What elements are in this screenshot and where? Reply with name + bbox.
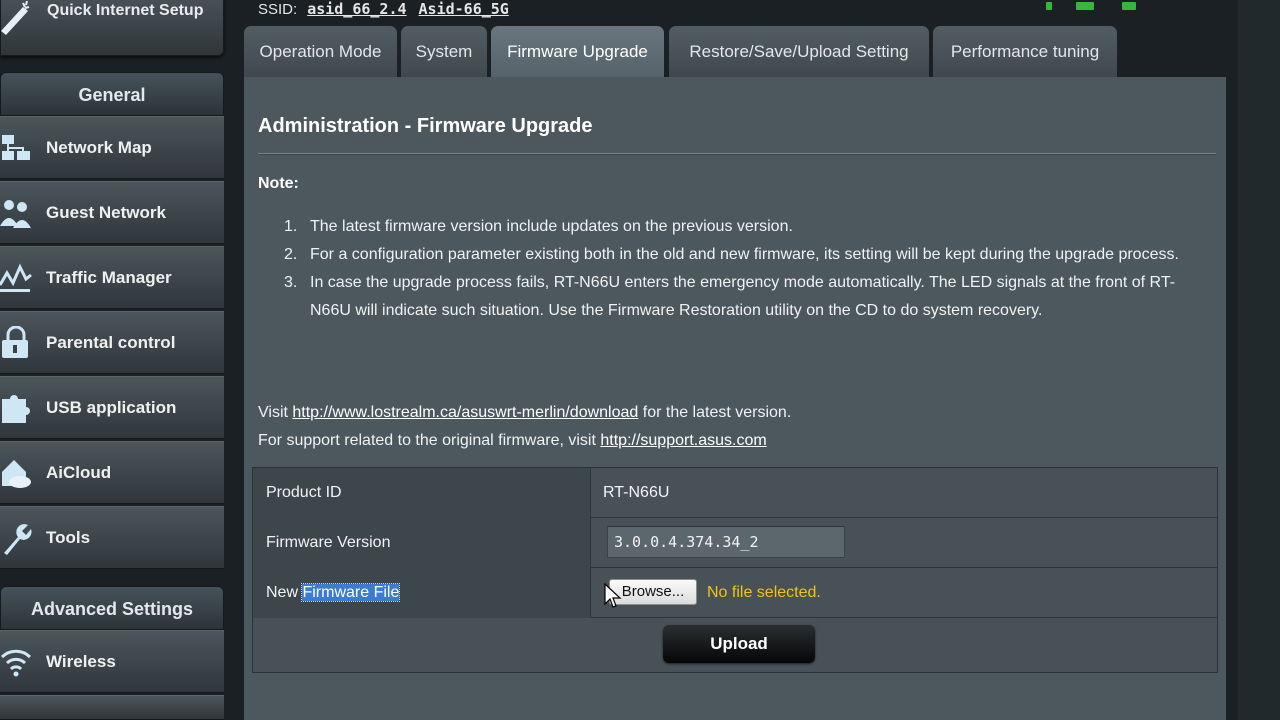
sidebar-item-guest-network[interactable]: Guest Network xyxy=(0,181,224,244)
asus-support-link[interactable]: http://support.asus.com xyxy=(600,432,766,449)
status-led-icon xyxy=(1076,2,1094,10)
upload-button[interactable]: Upload xyxy=(663,625,815,663)
visit-line: Visit http://www.lostrealm.ca/asuswrt-me… xyxy=(258,399,791,427)
ssid-row: SSID: asid_66_2.4 Asid-66_5G xyxy=(258,0,521,22)
sidebar-item-wireless[interactable]: Wireless xyxy=(0,630,224,693)
note-label: Note: xyxy=(258,175,299,192)
table-row: Product ID RT-N66U xyxy=(253,468,1217,518)
sidebar-item-network-map[interactable]: Network Map xyxy=(0,116,224,179)
table-row: Firmware Version 3.0.0.4.374.34_2 xyxy=(253,518,1217,568)
quick-internet-setup-button[interactable]: Quick Internet Setup xyxy=(0,0,224,56)
visit-prefix: Visit xyxy=(258,404,288,421)
tab-firmware-upgrade[interactable]: Firmware Upgrade xyxy=(491,26,664,78)
product-id-label: Product ID xyxy=(253,468,591,518)
sidebar-item-label: Network Map xyxy=(46,138,152,157)
sidebar-item-label: AiCloud xyxy=(46,463,112,482)
table-row: New Firmware File Browse... No file sele… xyxy=(253,568,1217,618)
selected-text-highlight: Firmware File xyxy=(301,583,401,602)
puzzle-icon xyxy=(0,391,32,425)
browse-button[interactable]: Browse... xyxy=(609,579,697,605)
status-led-icon xyxy=(1046,2,1052,10)
ssid-24ghz-link[interactable]: asid_66_2.4 xyxy=(307,0,406,18)
firmware-version-cell: 3.0.0.4.374.34_2 xyxy=(591,518,1217,568)
note-number: 3. xyxy=(284,274,298,291)
note-list: 1. The latest firmware version include u… xyxy=(284,213,1204,325)
network-map-icon xyxy=(0,131,32,165)
note-number: 2. xyxy=(284,246,298,263)
note-text: In case the upgrade process fails, RT-N6… xyxy=(310,274,1176,319)
firmware-version-field: 3.0.0.4.374.34_2 xyxy=(607,526,845,558)
firmware-version-label: Firmware Version xyxy=(253,518,591,568)
tab-operation-mode[interactable]: Operation Mode xyxy=(244,26,397,78)
sidebar-item-next[interactable] xyxy=(0,695,224,720)
note-number: 1. xyxy=(284,218,298,235)
sidebar: Quick Internet Setup General Network Map… xyxy=(0,0,226,720)
firmware-form-table: Product ID RT-N66U Firmware Version 3.0.… xyxy=(252,467,1218,673)
lock-icon xyxy=(0,325,32,360)
merlin-download-link[interactable]: http://www.lostrealm.ca/asuswrt-merlin/d… xyxy=(292,404,638,421)
sidebar-item-label: Traffic Manager xyxy=(46,268,172,287)
firmware-upgrade-panel: Administration - Firmware Upgrade Note: … xyxy=(244,77,1226,720)
quick-internet-setup-label: Quick Internet Setup xyxy=(47,2,204,19)
no-file-selected-text: No file selected. xyxy=(707,584,821,601)
sidebar-item-label: Wireless xyxy=(46,652,116,671)
title-divider xyxy=(258,153,1216,154)
note-text: The latest firmware version include upda… xyxy=(310,218,793,235)
support-prefix: For support related to the original firm… xyxy=(258,432,596,449)
wifi-icon xyxy=(0,645,32,679)
sidebar-item-label: Tools xyxy=(46,528,91,547)
tab-performance-tuning[interactable]: Performance tuning xyxy=(933,26,1117,78)
status-led-icon xyxy=(1122,2,1136,10)
sidebar-item-label: Guest Network xyxy=(46,203,166,222)
note-item: 1. The latest firmware version include u… xyxy=(284,213,1204,241)
download-info: Visit http://www.lostrealm.ca/asuswrt-me… xyxy=(258,399,791,455)
sidebar-item-aicloud[interactable]: AiCloud xyxy=(0,441,224,504)
right-edge-strip xyxy=(1238,0,1280,720)
visit-suffix: for the latest version. xyxy=(642,404,792,421)
ssid-label: SSID: xyxy=(258,1,298,18)
product-id-value: RT-N66U xyxy=(603,484,670,501)
sidebar-item-traffic-manager[interactable]: Traffic Manager xyxy=(0,246,224,309)
traffic-manager-icon xyxy=(0,261,32,295)
ssid-5ghz-link[interactable]: Asid-66_5G xyxy=(419,0,509,18)
guest-network-icon xyxy=(0,196,32,230)
tab-system[interactable]: System xyxy=(401,26,487,78)
tab-restore-save-upload-setting[interactable]: Restore/Save/Upload Setting xyxy=(669,26,929,78)
general-section-header: General xyxy=(0,72,224,116)
support-line: For support related to the original firm… xyxy=(258,427,791,455)
wand-icon xyxy=(1,0,33,37)
sidebar-item-parental-control[interactable]: Parental control xyxy=(0,311,224,374)
note-item: 2. For a configuration parameter existin… xyxy=(284,241,1204,269)
sidebar-item-usb-application[interactable]: USB application xyxy=(0,376,224,439)
sidebar-item-label: Parental control xyxy=(46,333,176,352)
sidebar-item-tools[interactable]: Tools xyxy=(0,506,224,569)
new-label-prefix: New xyxy=(266,584,299,601)
page-title: Administration - Firmware Upgrade xyxy=(258,115,593,137)
cloud-home-icon xyxy=(0,456,32,490)
new-firmware-file-label: New Firmware File xyxy=(253,568,591,618)
mouse-cursor-icon xyxy=(604,583,622,608)
file-picker-cell: Browse... No file selected. xyxy=(591,568,1217,618)
wrench-icon xyxy=(0,521,32,555)
sidebar-item-label: USB application xyxy=(46,398,177,417)
note-text: For a configuration parameter existing b… xyxy=(310,246,1179,263)
advanced-settings-section-header: Advanced Settings xyxy=(0,586,224,630)
note-item: 3. In case the upgrade process fails, RT… xyxy=(284,269,1204,325)
